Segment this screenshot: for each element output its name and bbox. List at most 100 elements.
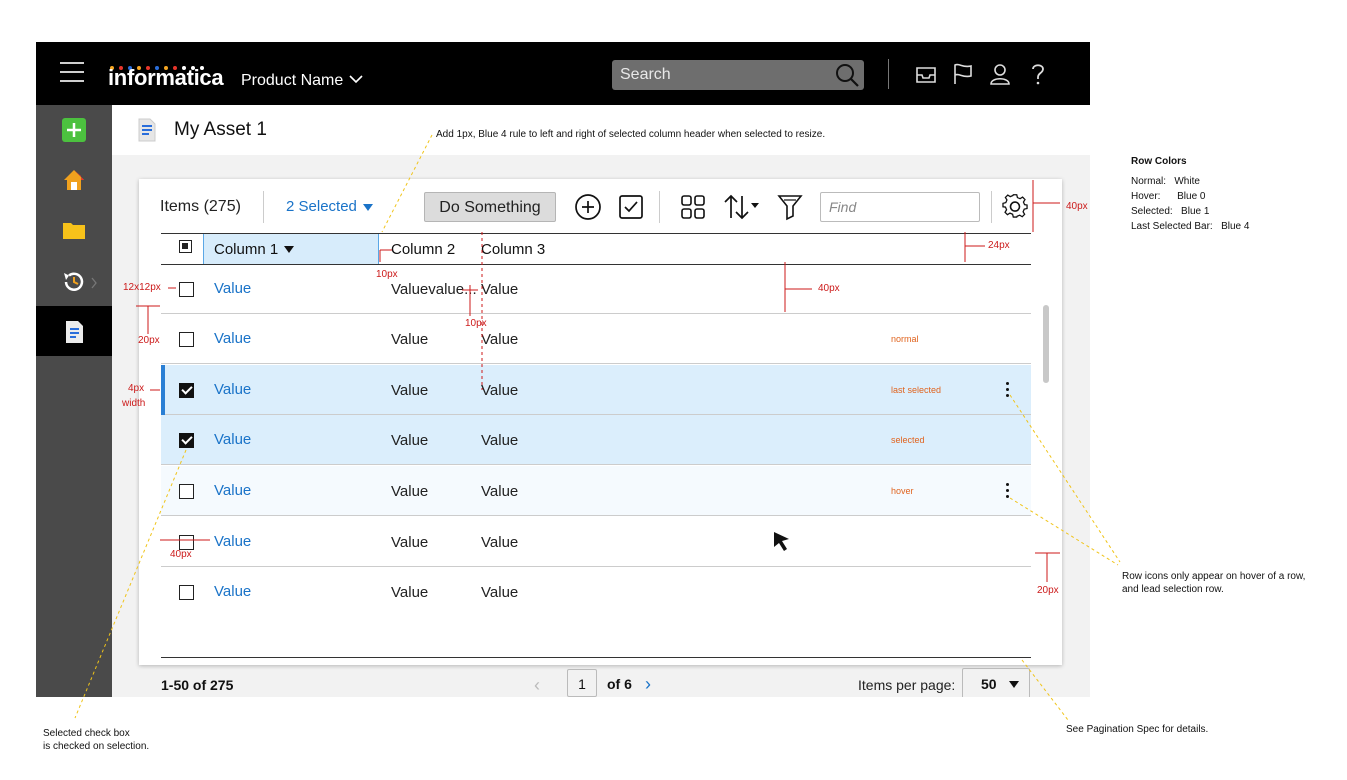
row-checkbox[interactable] [179, 332, 194, 347]
cell-column-1[interactable]: Value [214, 280, 251, 297]
row-checkbox[interactable] [179, 383, 194, 398]
row-state-label: hover [891, 486, 914, 496]
column-header-1[interactable]: Column 1 [203, 234, 379, 264]
cell-column-1[interactable]: Value [214, 533, 251, 550]
table-row[interactable]: Value Valuevalue... Value [161, 264, 1031, 314]
annotation-checkbox: Selected check box is checked on selecti… [43, 727, 149, 753]
cell-column-1[interactable]: Value [214, 583, 251, 600]
gear-icon[interactable] [1001, 193, 1029, 221]
page-title: My Asset 1 [174, 119, 267, 140]
row-checkbox[interactable] [179, 585, 194, 600]
annotation-measure: 12x12px [123, 282, 161, 293]
toolbar-divider [263, 191, 264, 223]
logo-dots [110, 57, 209, 70]
user-icon[interactable] [987, 61, 1013, 87]
row-color-last-selected: Last Selected Bar: Blue 4 [1131, 221, 1250, 232]
annotation-measure: 10px [465, 318, 487, 329]
document-icon [138, 118, 156, 142]
row-color-selected: Selected: Blue 1 [1131, 206, 1210, 217]
check-square-icon[interactable] [617, 193, 645, 221]
flag-icon[interactable] [950, 61, 976, 87]
chevron-right-icon[interactable]: › [645, 674, 651, 695]
annotation-measure: 4px [128, 383, 145, 394]
annotation-pagination: See Pagination Spec for details. [1066, 724, 1209, 735]
cell-column-2: Value [391, 483, 429, 500]
search-bar[interactable]: Search [612, 60, 864, 90]
annotation-line: is checked on selection. [43, 741, 150, 752]
annotation-column-resize: Add 1px, Blue 4 rule to left and right o… [436, 129, 826, 140]
cell-column-1[interactable]: Value [214, 330, 251, 347]
cell-column-2: Value [391, 584, 429, 601]
annotation-measure: 20px [1037, 585, 1059, 596]
row-checkbox[interactable] [179, 433, 194, 448]
vertical-scrollbar[interactable] [1043, 305, 1049, 383]
table-row[interactable]: Value Value Value hover [161, 466, 1031, 516]
items-per-page-label: Items per page: [858, 677, 956, 693]
add-circle-icon[interactable] [574, 193, 602, 221]
page-number-input[interactable]: 1 [567, 669, 597, 697]
annotation-measure: 40px [1066, 201, 1088, 212]
cell-column-3: Value [481, 534, 519, 551]
chevron-down-icon[interactable] [348, 73, 364, 85]
sort-icon[interactable] [723, 193, 763, 221]
row-checkbox[interactable] [179, 535, 194, 550]
table-row[interactable]: Value Value Value normal [161, 314, 1031, 364]
cell-column-1[interactable]: Value [214, 482, 251, 499]
table-row[interactable]: Value Value Value [161, 517, 1031, 567]
row-checkbox[interactable] [179, 282, 194, 297]
total-pages: of 6 [607, 676, 632, 692]
selected-dropdown[interactable]: 2 Selected [286, 198, 357, 215]
annotation-line: and lead selection row. [1122, 584, 1224, 595]
row-state-label: normal [891, 334, 919, 344]
menu-icon[interactable] [60, 62, 84, 82]
toolbar-divider [659, 191, 660, 223]
do-something-button[interactable]: Do Something [424, 192, 556, 222]
left-sidebar [36, 105, 112, 697]
caret-down-icon[interactable] [363, 204, 373, 211]
table-row[interactable]: Value Value Value last selected [161, 365, 1031, 415]
items-count: Items (275) [160, 198, 241, 215]
cell-column-2: Value [391, 331, 429, 348]
product-name[interactable]: Product Name [241, 72, 343, 90]
select-all-checkbox[interactable] [179, 240, 192, 253]
items-card: Items (275) 2 Selected Do Something Colu… [139, 179, 1062, 697]
inbox-icon[interactable] [913, 61, 939, 87]
table-row[interactable]: Value Value Value [161, 567, 1031, 617]
toolbar-divider [991, 191, 992, 223]
home-icon[interactable] [62, 168, 86, 192]
find-input[interactable] [820, 192, 980, 222]
column-1-label: Column 1 [214, 241, 279, 258]
row-color-hover: Hover: Blue 0 [1131, 191, 1206, 202]
annotation-measure: 40px [170, 549, 192, 560]
help-icon[interactable] [1025, 61, 1051, 87]
table-row[interactable]: Value Value Value selected [161, 415, 1031, 465]
cell-column-1[interactable]: Value [214, 381, 251, 398]
chevron-left-icon[interactable]: ‹ [534, 675, 540, 696]
folder-icon[interactable] [62, 218, 86, 242]
cell-column-1[interactable]: Value [214, 431, 251, 448]
column-2-header[interactable]: Column 2 [391, 241, 455, 258]
annotation-measure: 40px [818, 283, 840, 294]
row-state-label: selected [891, 435, 925, 445]
grid-view-icon[interactable] [679, 193, 707, 221]
cell-column-3: Value [481, 432, 519, 449]
add-icon[interactable] [62, 118, 86, 142]
kebab-icon[interactable] [1006, 382, 1010, 398]
filter-icon[interactable] [776, 193, 804, 221]
footer-divider [161, 657, 1031, 658]
caret-down-icon [1009, 681, 1019, 688]
annotation-measure: 20px [138, 335, 160, 346]
informatica-logo: informatica [108, 65, 224, 90]
search-icon[interactable] [834, 62, 860, 88]
annotation-line: Row icons only appear on hover of a row, [1122, 571, 1306, 582]
column-3-header[interactable]: Column 3 [481, 241, 545, 258]
annotation-line: Selected check box [43, 728, 130, 739]
document-icon[interactable] [62, 320, 86, 344]
recent-icon[interactable] [62, 270, 86, 294]
items-per-page-select[interactable]: 50 [962, 668, 1030, 697]
row-checkbox[interactable] [179, 484, 194, 499]
sort-desc-icon[interactable] [284, 246, 294, 253]
grid-header: Column 1 Column 2 Column 3 [161, 233, 1031, 265]
row-colors-title: Row Colors [1131, 156, 1187, 167]
kebab-icon[interactable] [1006, 483, 1010, 499]
